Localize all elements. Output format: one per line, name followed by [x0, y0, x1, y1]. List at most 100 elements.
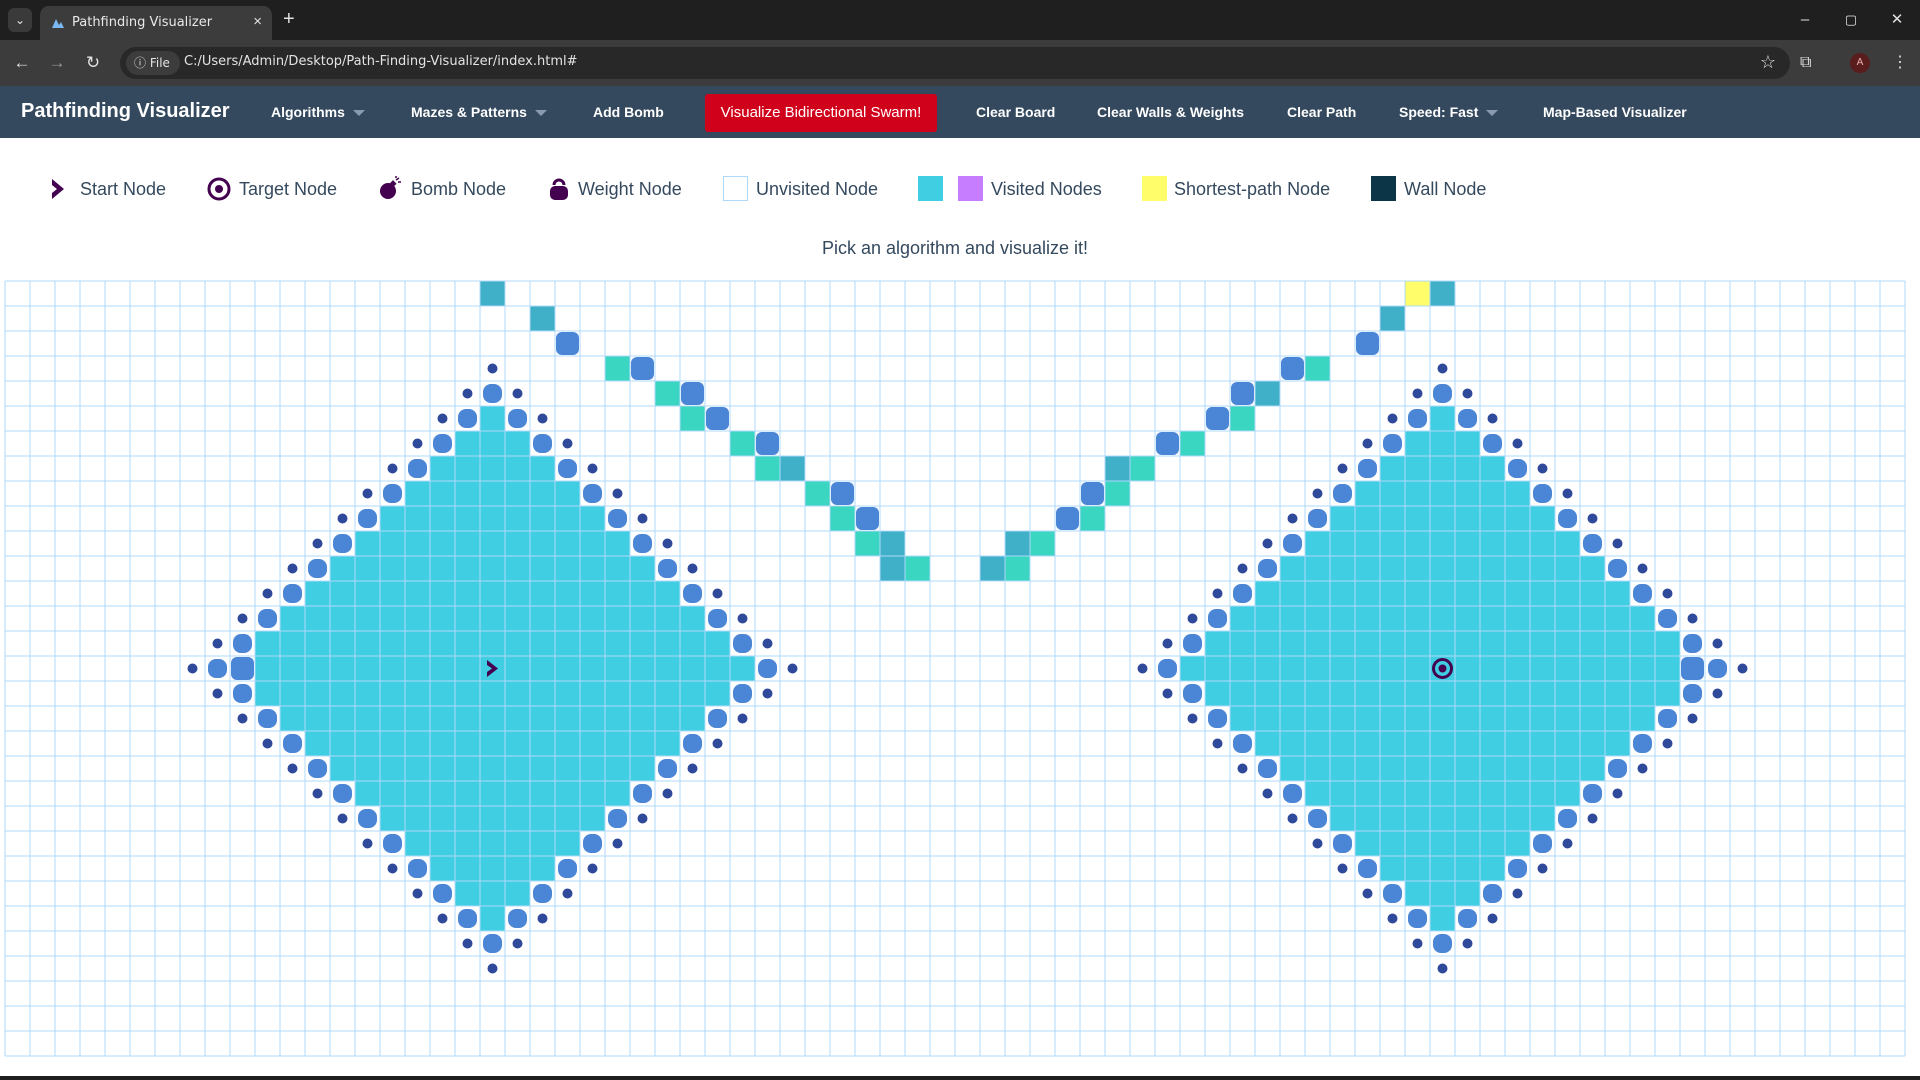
visited-cell — [280, 681, 305, 706]
visited-cell — [430, 731, 455, 756]
visited-cell — [605, 581, 630, 606]
visited-cell — [1455, 881, 1480, 906]
visited-cell — [455, 606, 480, 631]
visited-cell — [305, 631, 330, 656]
visited-cell — [1280, 606, 1305, 631]
visited-cell — [1605, 581, 1630, 606]
visited-cell — [1430, 681, 1455, 706]
visited-cell — [1405, 556, 1430, 581]
frontier-bubble — [733, 684, 752, 703]
visited-cell — [355, 531, 380, 556]
visited-cell — [380, 781, 405, 806]
visited-cell — [555, 781, 580, 806]
frontier-bubble — [358, 809, 377, 828]
visited-cell — [1405, 506, 1430, 531]
frontier-dot — [237, 713, 248, 724]
visited-cell — [1280, 681, 1305, 706]
visited-cell — [1655, 681, 1680, 706]
visited-cell — [1355, 756, 1380, 781]
visited-cell — [605, 556, 630, 581]
frontier-bubble — [683, 584, 702, 603]
visited-cell — [330, 756, 355, 781]
frontier-dot — [437, 913, 448, 924]
frontier-cell — [1281, 357, 1304, 380]
frontier-bubble — [1258, 759, 1277, 778]
visited-cell — [1305, 606, 1330, 631]
visited-cell — [505, 556, 530, 581]
frontier-bubble — [1233, 734, 1252, 753]
visited-cell — [1230, 681, 1255, 706]
visited-cell — [705, 631, 730, 656]
visited-cell — [1555, 631, 1580, 656]
frontier-bubble — [1658, 709, 1677, 728]
frontier-bubble — [1583, 784, 1602, 803]
frontier-cell — [805, 481, 830, 506]
frontier-bubble — [433, 884, 452, 903]
visited-cell — [1455, 606, 1480, 631]
visited-cell — [655, 581, 680, 606]
visited-cell — [1405, 806, 1430, 831]
frontier-bubble — [1633, 734, 1652, 753]
visited-cell — [330, 731, 355, 756]
frontier-bubble — [683, 734, 702, 753]
visited-cell — [530, 606, 555, 631]
frontier-bubble — [1283, 784, 1302, 803]
visited-cell — [1505, 706, 1530, 731]
visited-cell — [555, 481, 580, 506]
frontier-dot — [562, 888, 573, 899]
visited-cell — [555, 756, 580, 781]
frontier-bubble — [1308, 509, 1327, 528]
visited-cell — [1605, 731, 1630, 756]
visited-cell — [1305, 556, 1330, 581]
visited-cell — [455, 831, 480, 856]
frontier-bubble — [608, 809, 627, 828]
visited-cell — [1330, 506, 1355, 531]
frontier-cell — [855, 531, 880, 556]
frontier-cell — [980, 556, 1005, 581]
visited-cell — [1330, 606, 1355, 631]
window-bottom-edge — [0, 1076, 1920, 1080]
visited-cell — [480, 806, 505, 831]
visited-cell — [1355, 706, 1380, 731]
visited-cell — [1505, 506, 1530, 531]
visited-cell — [1355, 731, 1380, 756]
visited-cell — [555, 506, 580, 531]
visited-cell — [1630, 706, 1655, 731]
visited-cell — [330, 581, 355, 606]
frontier-dot — [587, 863, 598, 874]
visited-cell — [430, 656, 455, 681]
frontier-dot — [1512, 438, 1523, 449]
visited-cell — [1455, 781, 1480, 806]
visited-cell — [255, 656, 280, 681]
visited-cell — [1305, 531, 1330, 556]
frontier-dot — [1612, 538, 1623, 549]
frontier-bubble — [1533, 484, 1552, 503]
visited-cell — [1555, 581, 1580, 606]
visited-cell — [1430, 856, 1455, 881]
frontier-bubble — [1283, 534, 1302, 553]
frontier-dot — [312, 538, 323, 549]
frontier-cell — [1030, 531, 1055, 556]
visited-cell — [1380, 831, 1405, 856]
frontier-bubble — [733, 634, 752, 653]
visited-cell — [1330, 581, 1355, 606]
grid-board[interactable] — [0, 0, 1920, 1080]
visited-cell — [680, 606, 705, 631]
frontier-bubble — [583, 834, 602, 853]
frontier-bubble — [608, 509, 627, 528]
visited-cell — [1455, 431, 1480, 456]
visited-cell — [430, 556, 455, 581]
frontier-dot — [337, 813, 348, 824]
frontier-dot — [1662, 588, 1673, 599]
visited-cell — [1455, 831, 1480, 856]
frontier-dot — [1262, 788, 1273, 799]
visited-cell — [1405, 631, 1430, 656]
visited-cell — [630, 556, 655, 581]
visited-cell — [580, 506, 605, 531]
visited-cell — [430, 756, 455, 781]
frontier-bubble — [433, 434, 452, 453]
visited-cell — [1430, 806, 1455, 831]
frontier-cell — [1255, 381, 1280, 406]
visited-cell — [580, 756, 605, 781]
visited-cell — [1230, 706, 1255, 731]
